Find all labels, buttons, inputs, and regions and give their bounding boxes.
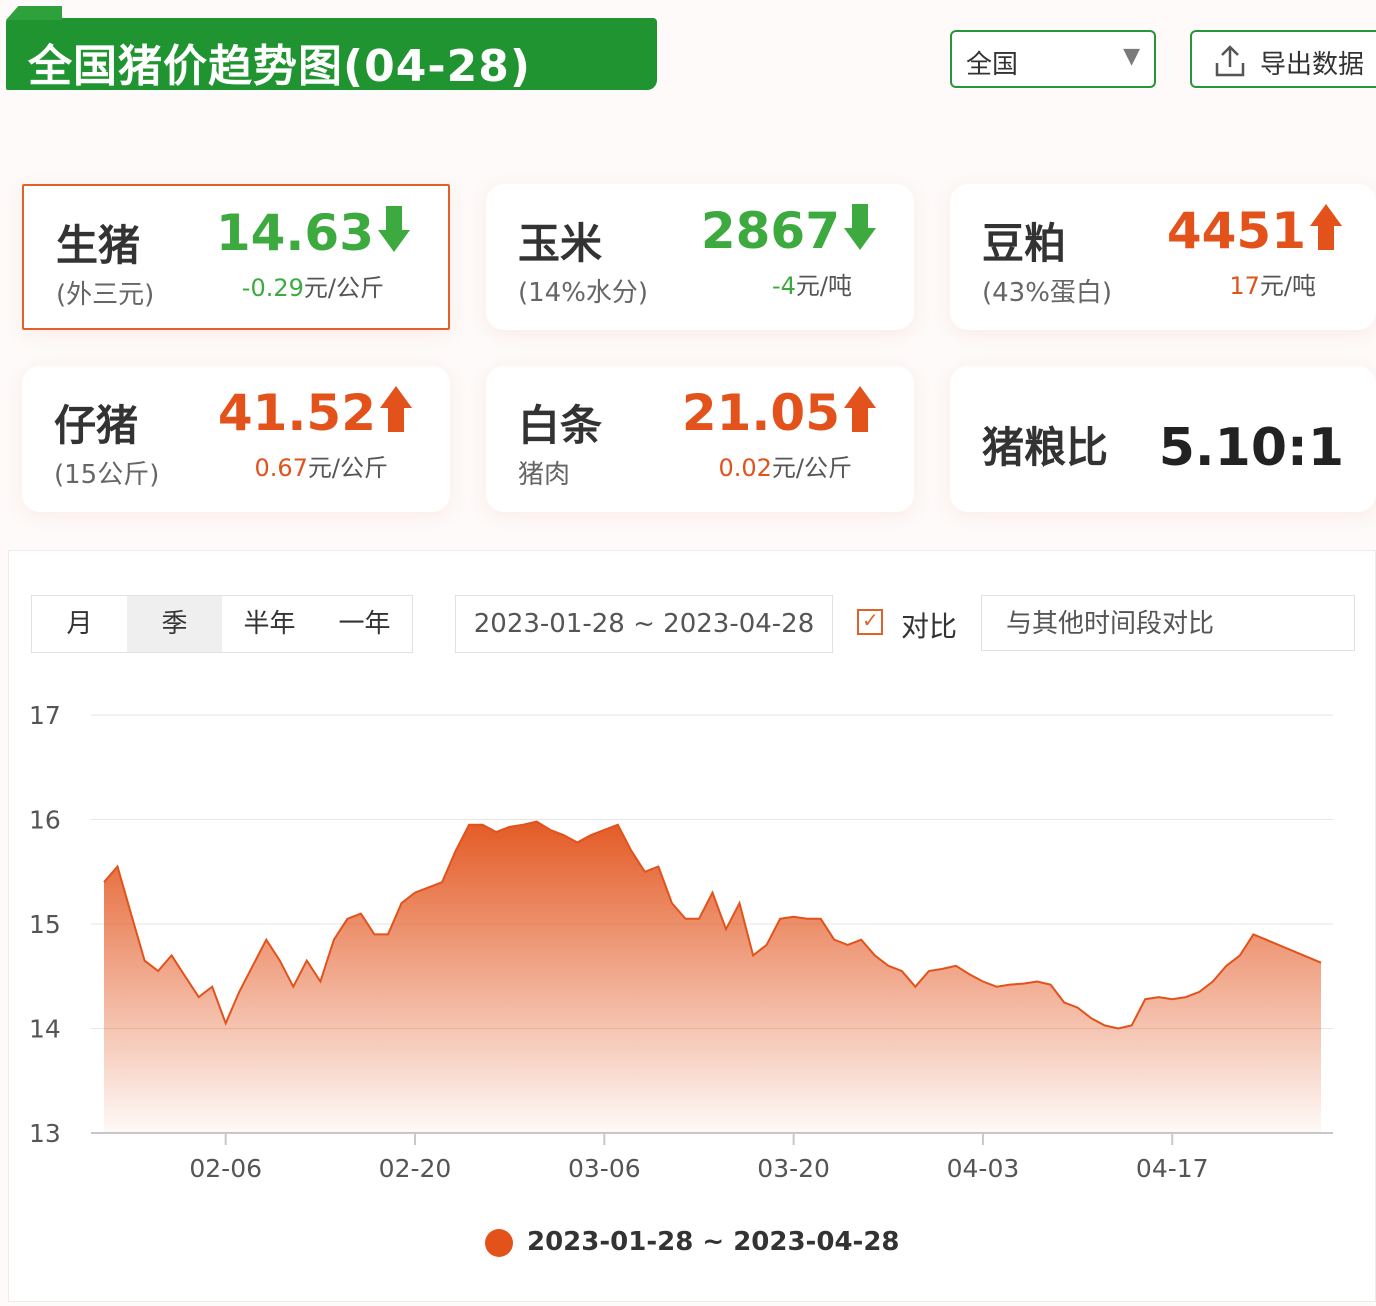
y-tick-label: 16 — [29, 806, 61, 835]
down-arrow-icon — [844, 204, 876, 250]
card-change-unit: 元/公斤 — [307, 454, 388, 482]
card-hog-grain-ratio[interactable]: 猪粮比 5.10:1 — [950, 366, 1376, 512]
card-change: 17元/吨 — [1229, 266, 1316, 301]
y-tick-label: 13 — [29, 1119, 61, 1148]
card-change-num: 17 — [1229, 272, 1260, 300]
y-tick-label: 17 — [29, 701, 61, 730]
card-ratio-value: 5.10:1 — [1158, 418, 1344, 478]
dropdown-arrow-icon: ▼ — [1123, 44, 1140, 69]
card-change-num: -4 — [771, 272, 796, 300]
legend-dot — [485, 1229, 513, 1257]
up-arrow-icon — [380, 386, 412, 432]
x-tick-label: 03-20 — [757, 1154, 830, 1183]
card-name: 生猪 — [56, 221, 141, 270]
card-sub: (14%水分) — [518, 278, 649, 308]
export-data-label: 导出数据 — [1260, 50, 1365, 80]
card-change: -4元/吨 — [772, 266, 852, 301]
card-change: 0.67元/公斤 — [254, 448, 388, 483]
card-value: 41.52 — [217, 384, 376, 442]
card-sub: 猪肉 — [518, 460, 571, 490]
card-name: 仔猪 — [54, 401, 139, 450]
card-live-hog[interactable]: 生猪 (外三元) 14.63 -0.29元/公斤 — [22, 184, 450, 330]
card-pork-carcass[interactable]: 白条 猪肉 21.05 0.02元/公斤 — [486, 366, 914, 512]
y-tick-label: 15 — [29, 910, 61, 939]
card-value: 21.05 — [681, 384, 840, 442]
card-sub: (15公斤) — [54, 460, 160, 490]
title-banner: 全国猪价趋势图(04-28) — [6, 18, 657, 92]
x-tick-label: 04-03 — [947, 1154, 1020, 1183]
up-arrow-icon — [844, 386, 876, 432]
card-change-unit: 元/吨 — [1259, 272, 1316, 300]
up-arrow-icon — [1310, 204, 1342, 250]
card-change-unit: 元/公斤 — [771, 454, 852, 482]
card-value: 14.63 — [215, 204, 374, 262]
card-change-num: -0.29 — [241, 274, 304, 302]
card-name: 玉米 — [518, 219, 603, 268]
export-data-button[interactable]: 导出数据 — [1190, 30, 1376, 88]
card-change-num: 0.02 — [718, 454, 772, 482]
card-name: 猪粮比 — [982, 423, 1109, 472]
legend-label: 2023-01-28 ~ 2023-04-28 — [527, 1227, 900, 1257]
card-value: 4451 — [1166, 202, 1306, 260]
card-soymeal[interactable]: 豆粕 (43%蛋白) 4451 17元/吨 — [950, 184, 1376, 330]
card-value: 2867 — [700, 202, 840, 260]
chart-panel: 月 季 半年 一年 2023-01-28 ~ 2023-04-28 ✓ 对比 与… — [8, 550, 1376, 1302]
x-tick-label: 02-20 — [379, 1154, 452, 1183]
card-change-unit: 元/吨 — [795, 272, 852, 300]
card-change: 0.02元/公斤 — [718, 448, 852, 483]
series-area — [104, 821, 1321, 1133]
card-sub: (外三元) — [56, 280, 155, 310]
upload-icon — [1215, 45, 1245, 77]
region-select[interactable]: 全国 ▼ — [950, 30, 1156, 88]
price-area-chart: 13 14 15 16 17 02-06 02-20 03-06 03-20 04-03 04-17 — [29, 701, 1333, 1183]
y-tick-label: 14 — [29, 1015, 61, 1044]
card-name: 豆粕 — [982, 219, 1067, 268]
x-tick-label: 04-17 — [1136, 1154, 1209, 1183]
region-select-value: 全国 — [966, 50, 1019, 80]
card-corn[interactable]: 玉米 (14%水分) 2867 -4元/吨 — [486, 184, 914, 330]
x-tick-label: 02-06 — [189, 1154, 262, 1183]
card-piglet[interactable]: 仔猪 (15公斤) 41.52 0.67元/公斤 — [22, 366, 450, 512]
card-name: 白条 — [518, 401, 603, 450]
page-title: 全国猪价趋势图(04-28) — [28, 41, 531, 92]
x-tick-label: 03-06 — [568, 1154, 641, 1183]
card-sub: (43%蛋白) — [982, 278, 1113, 308]
down-arrow-icon — [378, 206, 410, 252]
card-change-unit: 元/公斤 — [303, 274, 384, 302]
card-change-num: 0.67 — [254, 454, 308, 482]
card-change: -0.29元/公斤 — [242, 268, 384, 303]
